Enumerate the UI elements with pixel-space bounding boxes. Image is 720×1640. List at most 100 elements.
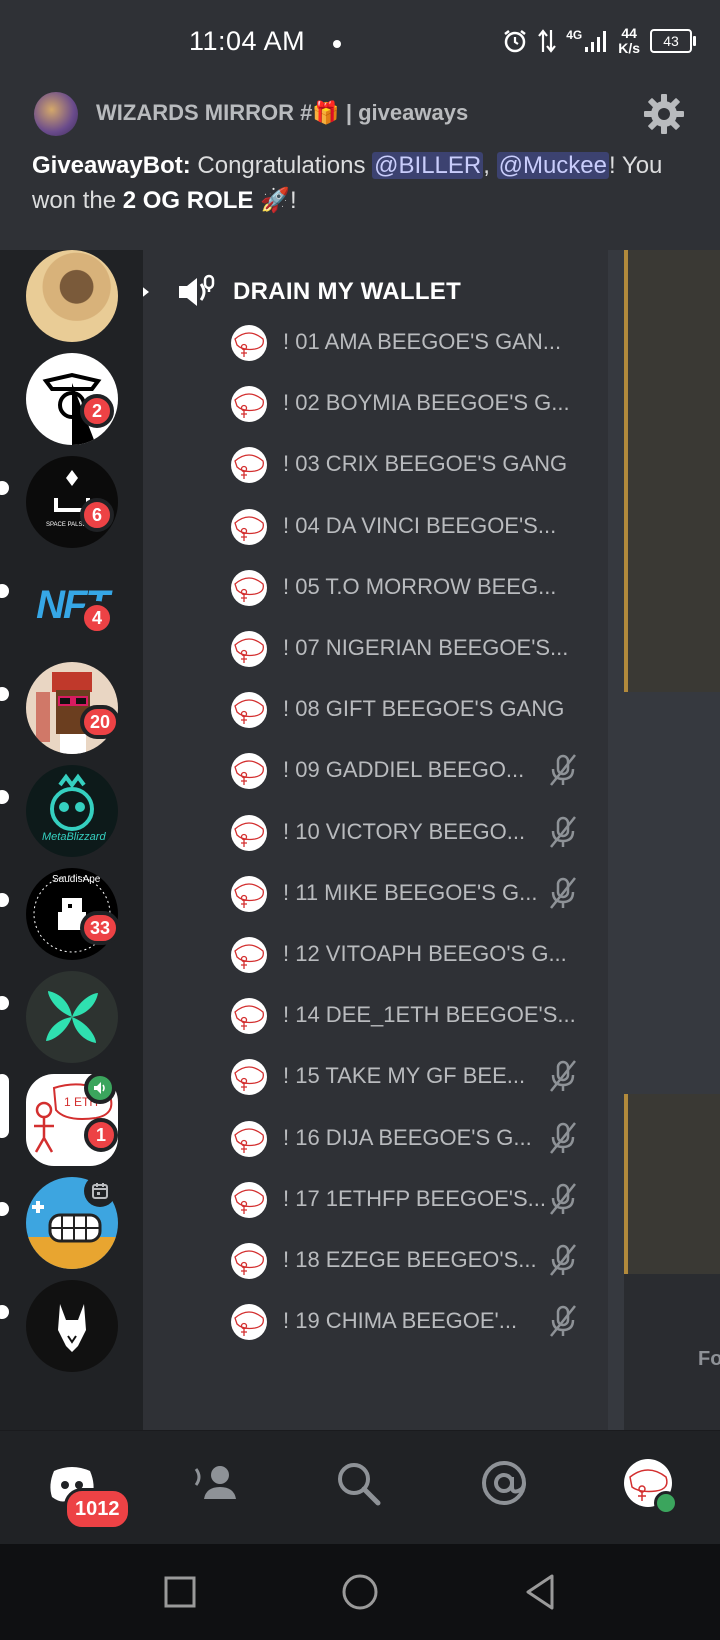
muted-mic-icon — [547, 1121, 579, 1155]
server-icon-x-leaf[interactable] — [26, 971, 118, 1063]
avatar — [231, 998, 267, 1035]
voice-user-name: ! 09 GADDIEL BEEGO... — [283, 757, 525, 783]
avatar — [231, 814, 267, 851]
back-button-icon[interactable] — [516, 1568, 564, 1616]
avatar — [231, 508, 267, 545]
avatar — [231, 937, 267, 973]
status-time: 11:04 AM — [189, 26, 306, 56]
avatar — [231, 447, 267, 484]
speed-value: 44 — [621, 25, 637, 41]
message-sep: , — [483, 152, 497, 179]
voice-user-row[interactable]: ! 08 GIFT BEEGOE'S GANG — [143, 678, 608, 742]
voice-user-row[interactable]: ! 15 TAKE MY GF BEE... — [143, 1045, 608, 1109]
voice-user-row[interactable]: ! 05 T.O MORROW BEEG... — [143, 556, 608, 620]
muted-mic-icon — [547, 1243, 579, 1277]
embed-block — [624, 1094, 720, 1274]
unread-indicator — [0, 893, 9, 907]
voice-user-row[interactable]: ! 14 DEE_1ETH BEEGOE'S... — [143, 984, 608, 1048]
voice-user-name: ! 03 CRIX BEEGOE'S GANG — [283, 451, 568, 477]
voice-user-name: ! 08 GIFT BEEGOE'S GANG — [283, 696, 565, 722]
voice-user-row[interactable]: ! 02 BOYMIA BEEGOE'S G... — [143, 372, 608, 436]
voice-user-row[interactable]: ! 18 EZEGE BEEGEO'S... — [143, 1229, 608, 1293]
voice-user-row[interactable]: ! 11 MIKE BEEGOE'S G... — [143, 862, 608, 926]
voice-user-name: ! 16 DIJA BEEGOE'S G... — [283, 1124, 532, 1150]
avatar — [231, 1059, 267, 1096]
voice-user-row[interactable]: ! 19 CHIMA BEEGOE'... — [143, 1290, 608, 1354]
voice-channel-name: DRAIN MY WALLET — [233, 278, 462, 305]
space-pulse-label: SPACE PALSE — [46, 522, 87, 528]
metablizzard-label: MetaBlizzard — [42, 831, 106, 843]
unread-badge: 6 — [80, 498, 114, 532]
unread-badge: 20 — [80, 705, 121, 739]
saudisape-label: SaudisApe — [52, 874, 101, 885]
partial-text: Fo — [698, 1348, 720, 1370]
message-notification[interactable]: WIZARDS MIRROR #🎁 | giveaways GiveawayBo… — [0, 88, 720, 250]
message-prize: 2 OG ROLE — [122, 187, 254, 214]
notification-message: GiveawayBot: Congratulations @BILLER, @M… — [32, 148, 682, 218]
speed-unit: K/s — [618, 40, 640, 56]
metablizzard-logo-icon — [50, 773, 94, 831]
mentions-icon[interactable] — [472, 1451, 536, 1515]
x-leaf-logo-icon — [46, 991, 98, 1043]
channel-list: DRAIN MY WALLET ! 01 AMA BEEGOE'S GAN...… — [143, 250, 608, 1430]
embed-block — [624, 250, 720, 692]
mention-muckee[interactable]: @Muckee — [496, 152, 609, 179]
server-icon-wolf[interactable] — [26, 1280, 118, 1372]
voice-user-row[interactable]: ! 10 VICTORY BEEGO... — [143, 801, 608, 865]
muted-mic-icon — [547, 753, 579, 787]
unread-badge: 2 — [80, 394, 114, 428]
voice-user-name: ! 17 1ETHFP BEEGOE'S... — [283, 1185, 547, 1211]
server-icon-photo[interactable] — [26, 250, 118, 342]
avatar — [231, 1243, 267, 1279]
unread-indicator — [0, 481, 9, 495]
battery-icon: 43 — [650, 29, 696, 53]
gear-icon[interactable] — [642, 92, 686, 136]
voice-user-row[interactable]: ! 03 CRIX BEEGOE'S GANG — [143, 433, 608, 497]
unread-indicator — [0, 687, 9, 701]
voice-user-name: ! 01 AMA BEEGOE'S GAN... — [283, 329, 562, 354]
server-icon-metablizzard[interactable]: MetaBlizzard — [26, 765, 118, 857]
network-speed: 44 K/s — [618, 26, 640, 56]
unread-badge: 1 — [84, 1118, 118, 1152]
home-button-icon[interactable] — [336, 1568, 384, 1616]
voice-user-row[interactable]: ! 04 DA VINCI BEEGOE'S... — [143, 495, 608, 559]
unread-indicator — [0, 584, 9, 598]
avatar — [231, 692, 267, 729]
unread-indicator — [0, 1305, 9, 1319]
network-type: 4G — [566, 28, 583, 42]
status-bar: 11:04 AM 4G 44 K/s 43 — [0, 0, 720, 88]
voice-user-name: ! 10 VICTORY BEEGO... — [283, 818, 526, 844]
muted-mic-icon — [547, 876, 579, 910]
voice-user-row[interactable]: ! 17 1ETHFP BEEGOE'S... — [143, 1168, 608, 1232]
voice-user-name: ! 12 VITOAPH BEEGO'S G... — [283, 941, 567, 966]
muted-mic-icon — [547, 1304, 579, 1338]
voice-user-name: ! 18 EZEGE BEEGEO'S... — [283, 1247, 537, 1272]
server-avatar — [34, 92, 78, 136]
notification-dot — [333, 40, 341, 48]
search-icon[interactable] — [326, 1451, 390, 1515]
voice-user-name: ! 11 MIKE BEEGOE'S G... — [283, 879, 538, 905]
server-list: 2 SPACE PALSE 6 NFT 4 20 MetaBlizzard Sa… — [0, 250, 143, 1430]
avatar — [231, 753, 267, 790]
avatar — [231, 631, 267, 667]
friends-icon[interactable] — [186, 1451, 250, 1515]
voice-user-row[interactable]: ! 09 GADDIEL BEEGO... — [143, 739, 608, 803]
voice-user-row[interactable]: ! 16 DIJA BEEGOE'S G... — [143, 1107, 608, 1171]
voice-user-row[interactable]: ! 01 AMA BEEGOE'S GAN... — [143, 311, 608, 375]
avatar — [231, 325, 267, 361]
wolf-logo-icon — [58, 1304, 86, 1352]
recents-button-icon[interactable] — [156, 1568, 204, 1616]
notification-channel: WIZARDS MIRROR #🎁 | giveaways — [96, 100, 469, 125]
voice-user-name: ! 15 TAKE MY GF BEE... — [283, 1063, 526, 1089]
voice-user-row[interactable]: ! 07 NIGERIAN BEEGOE'S... — [143, 617, 608, 681]
mention-biller[interactable]: @BILLER — [372, 152, 484, 179]
avatar — [231, 1304, 267, 1341]
voice-user-row[interactable]: ! 12 VITOAPH BEEGO'S G... — [143, 923, 608, 987]
event-icon — [84, 1175, 116, 1207]
status-icons: 4G 44 K/s 43 — [502, 26, 696, 56]
voice-user-name: ! 19 CHIMA BEEGOE'... — [283, 1308, 518, 1334]
message-sender: GiveawayBot: — [32, 152, 191, 179]
voice-active-icon — [84, 1072, 116, 1104]
unread-badge: 4 — [80, 601, 114, 635]
chat-panel-peek[interactable]: Fo — [608, 250, 720, 1430]
